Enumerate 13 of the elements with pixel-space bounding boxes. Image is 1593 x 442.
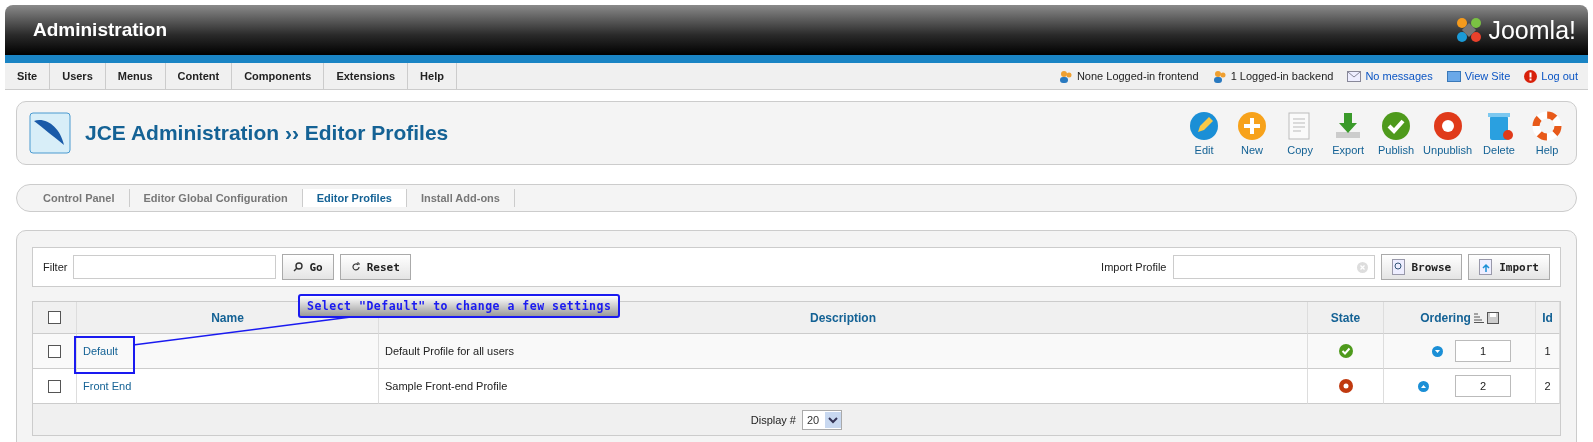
page-title: JCE Administration ›› Editor Profiles [85,121,449,145]
status-text: None Logged-in frontend [1076,70,1199,82]
table-cell: Default Profile for all users [379,334,1308,369]
callout-tooltip: Select "Default" to change a few settings [298,294,621,318]
display-label: Display # [750,413,796,426]
filter-label: Filter [43,261,68,273]
import-label: Import Profile [1101,261,1167,273]
status-text: 1 Logged-in backend [1230,70,1334,82]
header-title: Administration [33,19,168,41]
table-cell: Sample Front-end Profile [379,369,1308,404]
table-cell: 1 [1536,334,1560,369]
table-cell: 2 [1536,369,1560,404]
logo-text: Joomla! [1488,15,1576,45]
